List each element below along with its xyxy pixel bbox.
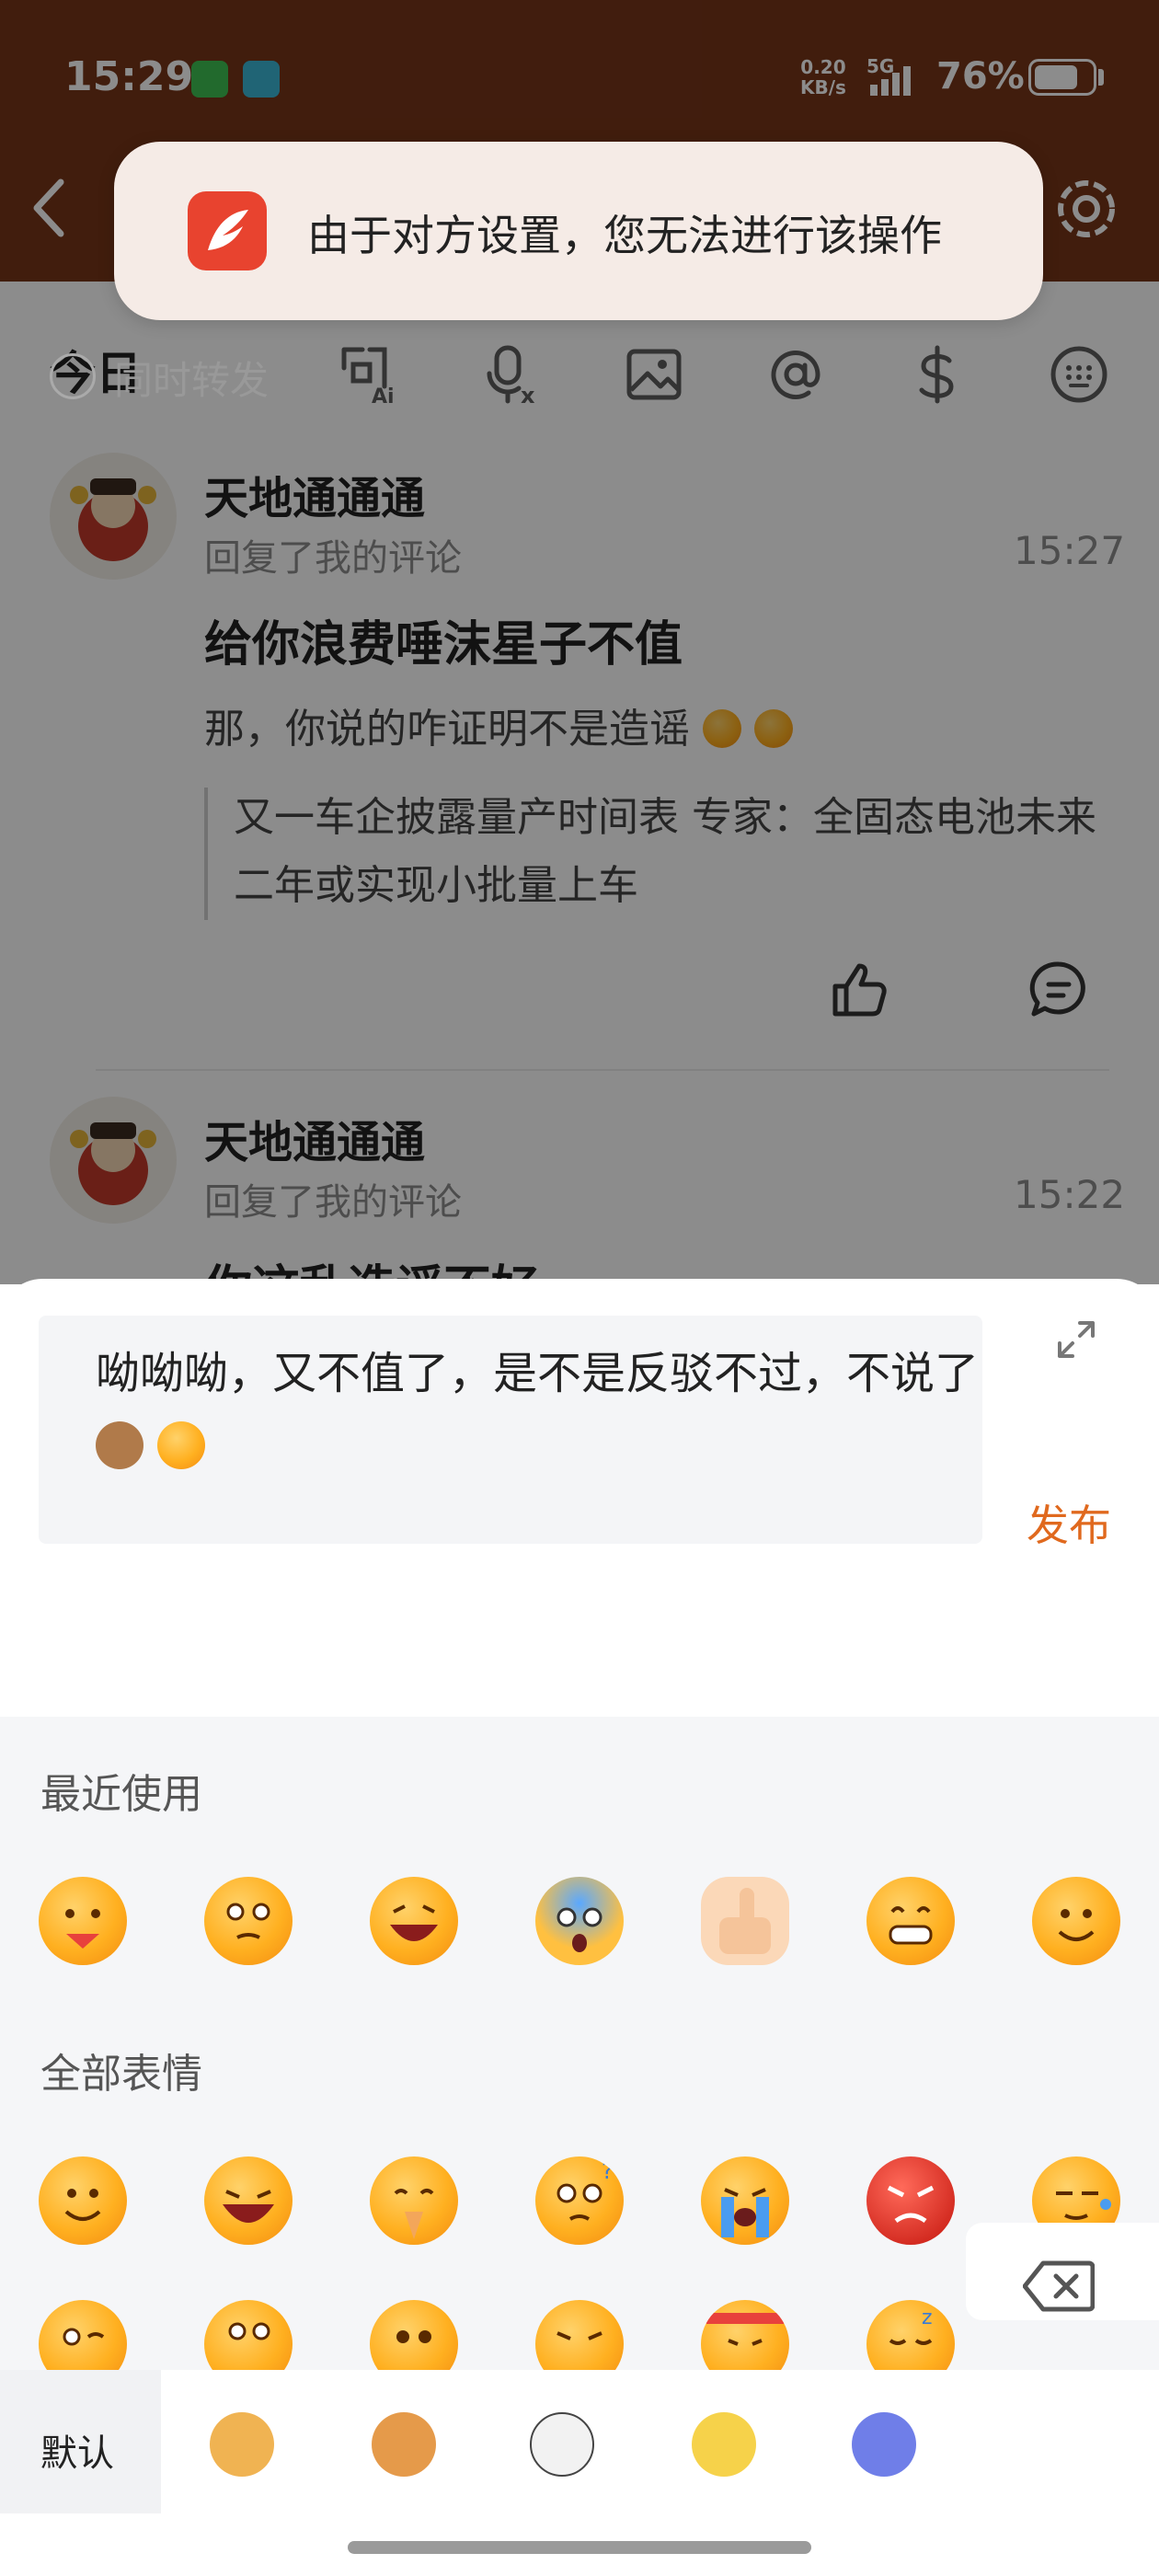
at-icon[interactable] bbox=[763, 342, 828, 407]
comment-composer: 呦呦呦，又不值了，是不是反驳不过，不说了 发布 bbox=[0, 1279, 1159, 1717]
emoji-pondering-face[interactable] bbox=[204, 2300, 293, 2370]
emoji-pleading-face[interactable] bbox=[370, 2300, 458, 2370]
emoji-angry-face[interactable] bbox=[866, 2156, 955, 2245]
emoji-watermelon-face[interactable] bbox=[39, 1877, 127, 1965]
emoji-crying-face[interactable] bbox=[701, 2156, 789, 2245]
emoji-monkey-icon bbox=[96, 1421, 143, 1469]
home-indicator[interactable] bbox=[348, 2541, 811, 2554]
image-icon[interactable] bbox=[622, 342, 686, 407]
emoji-thumbs-up[interactable] bbox=[701, 1877, 789, 1965]
ox-sketch-sticker-icon[interactable] bbox=[530, 2412, 594, 2477]
emoji-headband-face[interactable] bbox=[701, 2300, 789, 2370]
emoji-pray-face[interactable] bbox=[370, 2156, 458, 2245]
comment-input-text[interactable]: 呦呦呦，又不值了，是不是反驳不过，不说了 bbox=[96, 1338, 979, 1481]
emoji-grin-face[interactable] bbox=[866, 1877, 955, 1965]
recent-title: 最近使用 bbox=[40, 1771, 202, 1818]
robot-sticker-icon[interactable] bbox=[852, 2412, 916, 2477]
toast: 由于对方设置，您无法进行该操作 bbox=[114, 142, 1043, 320]
repost-label[interactable]: 同时转发 bbox=[114, 350, 269, 406]
svg-text:x: x bbox=[521, 383, 535, 407]
fortune-sticker-icon[interactable] bbox=[692, 2412, 756, 2477]
emoji-smile-face[interactable] bbox=[1032, 1877, 1120, 1965]
ai-wording-icon[interactable]: Ai bbox=[339, 342, 403, 407]
all-emoji-title: 全部表情 bbox=[40, 2051, 202, 2098]
svg-text:Ai: Ai bbox=[372, 385, 395, 407]
backspace-icon[interactable] bbox=[1023, 2260, 1095, 2313]
emoji-confused-face[interactable]: ? bbox=[535, 2156, 624, 2245]
voice-to-text-icon[interactable]: x bbox=[480, 342, 545, 407]
comment-input[interactable]: 呦呦呦，又不值了，是不是反驳不过，不说了 bbox=[39, 1316, 982, 1544]
emoji-tongue-icon bbox=[157, 1421, 206, 1469]
toast-message: 由于对方设置，您无法进行该操作 bbox=[307, 211, 942, 260]
expand-icon[interactable] bbox=[1056, 1319, 1096, 1360]
repost-checkbox[interactable] bbox=[50, 353, 96, 399]
ox-sign-sticker-icon[interactable] bbox=[372, 2412, 436, 2477]
dollar-icon[interactable] bbox=[905, 342, 970, 407]
svg-text:z: z bbox=[922, 2306, 933, 2329]
emoji-row-partial: z bbox=[0, 2296, 966, 2370]
tab-default-label[interactable]: 默认 bbox=[40, 2423, 114, 2477]
emoji-laughing-tears-face[interactable] bbox=[535, 2300, 624, 2370]
emoji-smile-face[interactable] bbox=[39, 2156, 127, 2245]
emoji-grinning-face[interactable] bbox=[370, 1877, 458, 1965]
emoji-wink-tongue-face[interactable] bbox=[39, 2300, 127, 2370]
publish-button[interactable]: 发布 bbox=[1027, 1492, 1111, 1553]
emoji-laughing-face[interactable] bbox=[204, 2156, 293, 2245]
emoji-thinking-face[interactable] bbox=[204, 1877, 293, 1965]
keyboard-icon[interactable] bbox=[1047, 342, 1111, 407]
emoji-shocked-face[interactable] bbox=[535, 1877, 624, 1965]
emoji-sleeping-face[interactable]: z bbox=[866, 2300, 955, 2370]
ox-ok-sticker-icon[interactable] bbox=[210, 2412, 274, 2477]
app-feather-icon bbox=[188, 191, 267, 270]
